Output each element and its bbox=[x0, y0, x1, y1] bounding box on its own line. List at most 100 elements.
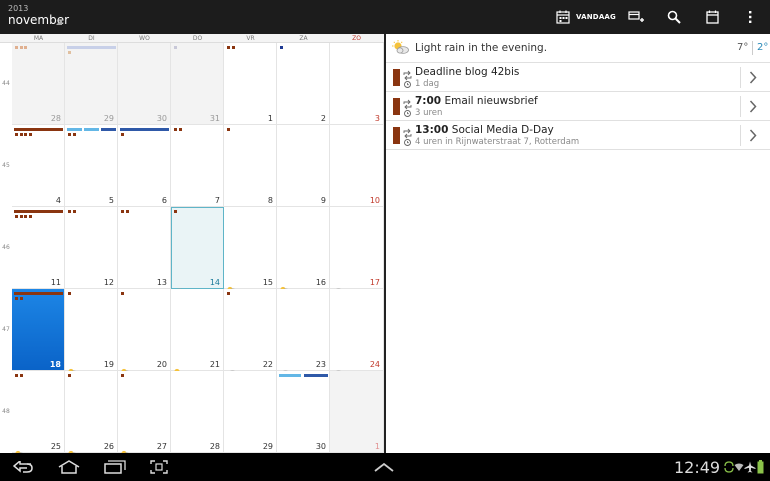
week-number: 47 bbox=[2, 326, 10, 333]
day-number: 19 bbox=[103, 360, 114, 369]
event-divider bbox=[740, 96, 741, 117]
weekday-label: ZO bbox=[352, 35, 361, 42]
chevron-right-icon[interactable] bbox=[749, 71, 757, 84]
day-cell[interactable]: 24 bbox=[330, 289, 384, 377]
sync-icon bbox=[724, 461, 734, 473]
weather-text: Light rain in the evening. bbox=[415, 42, 548, 54]
event-marker bbox=[15, 215, 18, 218]
day-number: 29 bbox=[262, 442, 273, 451]
weekday-label: WO bbox=[139, 35, 150, 42]
day-cell[interactable]: 29 bbox=[65, 43, 118, 125]
agenda-event-row[interactable]: 13:00 Social Media D-Day 4 uren in Rijnwa… bbox=[386, 121, 770, 150]
day-cell[interactable]: 26 bbox=[65, 371, 118, 459]
weekday-label: DO bbox=[192, 35, 203, 42]
day-cell[interactable]: 28 bbox=[171, 371, 224, 453]
day-cell[interactable]: 1 bbox=[330, 371, 384, 453]
day-number: 4 bbox=[55, 196, 61, 205]
day-cell[interactable]: 28 bbox=[12, 43, 65, 125]
home-icon bbox=[58, 460, 80, 474]
day-cell[interactable]: 7 bbox=[171, 125, 224, 207]
chevron-right-icon[interactable] bbox=[749, 100, 757, 113]
day-number: 21 bbox=[209, 360, 220, 369]
recent-apps-icon bbox=[104, 460, 126, 474]
day-cell[interactable]: 21 bbox=[171, 289, 224, 375]
day-number: 13 bbox=[156, 278, 167, 287]
day-cell[interactable]: 1 bbox=[224, 43, 277, 125]
cloud-icon bbox=[332, 279, 343, 295]
day-number: 12 bbox=[103, 278, 114, 287]
day-cell-today[interactable]: 14 bbox=[171, 207, 224, 295]
cloud-icon bbox=[226, 361, 237, 377]
weather-forecast-row[interactable]: Light rain in the evening. 7° 2° bbox=[386, 34, 770, 63]
system-navigation-bar: 12:49 bbox=[0, 453, 770, 481]
day-cell-selected[interactable]: 18 bbox=[12, 289, 65, 377]
multi-day-event-bar bbox=[67, 46, 116, 49]
day-cell[interactable]: 30 bbox=[277, 371, 330, 453]
weekday-header: MA DI WO DO VR ZA ZO bbox=[0, 34, 384, 43]
day-cell[interactable]: 2 bbox=[277, 43, 330, 125]
day-cell[interactable]: 22 bbox=[224, 289, 277, 377]
day-cell[interactable]: 29 bbox=[224, 371, 277, 453]
cloud-icon bbox=[173, 279, 184, 295]
event-title: 7:00 Email nieuwsbrief bbox=[415, 95, 538, 107]
home-button[interactable] bbox=[54, 453, 84, 481]
multi-day-event-bar bbox=[14, 210, 63, 213]
agenda-event-row[interactable]: 7:00 Email nieuwsbrief 3 uren bbox=[386, 92, 770, 121]
day-cell[interactable]: 5 bbox=[65, 125, 118, 207]
event-marker bbox=[227, 128, 230, 131]
event-marker bbox=[280, 46, 283, 49]
today-label: VANDAAG bbox=[575, 13, 616, 21]
multi-day-event-bar bbox=[303, 374, 328, 377]
search-icon bbox=[667, 10, 681, 24]
day-cell[interactable]: 8 bbox=[224, 125, 277, 207]
day-cell[interactable]: 20 bbox=[118, 289, 171, 377]
system-clock: 12:49 bbox=[674, 458, 721, 477]
recent-apps-button[interactable] bbox=[100, 453, 130, 481]
day-cell[interactable]: 16 bbox=[277, 207, 330, 295]
back-button[interactable] bbox=[8, 453, 38, 481]
day-cell[interactable]: 31 bbox=[171, 43, 224, 125]
event-marker bbox=[227, 292, 230, 295]
today-button[interactable]: VANDAAG bbox=[552, 0, 620, 34]
day-cell[interactable]: 23 bbox=[277, 289, 330, 377]
day-cell[interactable]: 3 bbox=[330, 43, 384, 125]
search-button[interactable] bbox=[660, 0, 688, 34]
day-cell[interactable]: 12 bbox=[65, 207, 118, 289]
day-cell[interactable]: 15 bbox=[224, 207, 277, 295]
day-cell[interactable]: 13 bbox=[118, 207, 171, 289]
sun-icon bbox=[173, 361, 184, 375]
add-event-button[interactable] bbox=[622, 0, 650, 34]
day-number: 20 bbox=[156, 360, 167, 369]
day-cell[interactable]: 11 bbox=[12, 207, 65, 289]
chevron-right-icon[interactable] bbox=[749, 129, 757, 142]
event-marker bbox=[121, 292, 124, 295]
day-number: 17 bbox=[369, 278, 380, 287]
day-cell[interactable]: 4 bbox=[12, 125, 65, 207]
cloud-icon bbox=[332, 361, 343, 377]
multi-day-event-bar bbox=[279, 374, 302, 377]
back-icon bbox=[13, 461, 33, 473]
day-cell[interactable]: 25 bbox=[12, 371, 65, 459]
temperature-low: 2° bbox=[757, 42, 769, 53]
event-marker bbox=[174, 46, 177, 49]
day-number: 28 bbox=[50, 114, 61, 123]
day-cell[interactable]: 6 bbox=[118, 125, 171, 207]
event-title: 13:00 Social Media D-Day bbox=[415, 124, 554, 136]
day-number: 26 bbox=[103, 442, 114, 451]
screenshot-button[interactable] bbox=[146, 453, 172, 481]
event-title: Deadline blog 42bis bbox=[415, 66, 519, 78]
day-cell[interactable]: 17 bbox=[330, 207, 384, 295]
calendar-view-button[interactable] bbox=[698, 0, 726, 34]
event-details: 1 dag bbox=[415, 79, 440, 89]
event-divider bbox=[740, 125, 741, 146]
agenda-event-row[interactable]: Deadline blog 42bis 1 dag bbox=[386, 63, 770, 92]
day-cell[interactable]: 10 bbox=[330, 125, 384, 207]
app-drawer-handle[interactable] bbox=[370, 453, 398, 481]
day-cell[interactable]: 19 bbox=[65, 289, 118, 377]
day-cell[interactable]: 30 bbox=[118, 43, 171, 125]
day-number: 22 bbox=[262, 360, 273, 369]
overflow-menu-button[interactable] bbox=[740, 0, 760, 34]
day-cell[interactable]: 27 bbox=[118, 371, 171, 459]
event-marker bbox=[24, 46, 27, 49]
day-cell[interactable]: 9 bbox=[277, 125, 330, 207]
